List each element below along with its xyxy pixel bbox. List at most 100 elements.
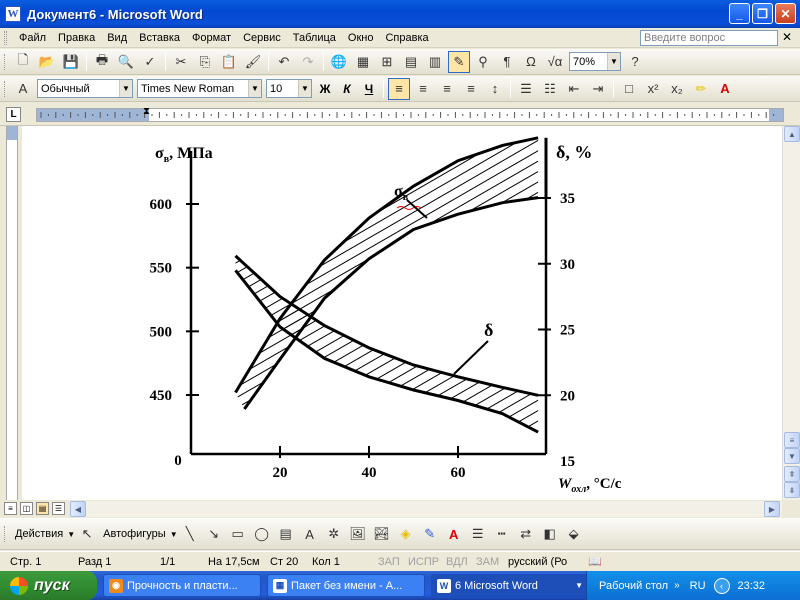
toolbar-grip[interactable]: [4, 80, 7, 97]
taskbar-item-package[interactable]: ▦ Пакет без имени - А...: [267, 574, 425, 597]
zoom-combo[interactable]: 70% ▼: [569, 52, 621, 71]
style-combo[interactable]: Обычный ▼: [37, 79, 133, 98]
undo-icon[interactable]: ↶: [273, 51, 295, 73]
decrease-indent-icon[interactable]: ⇤: [563, 78, 585, 100]
font-combo[interactable]: Times New Roman ▼: [137, 79, 262, 98]
tab-selector-icon[interactable]: L: [6, 107, 21, 122]
italic-button[interactable]: К: [336, 82, 358, 96]
previous-page-icon[interactable]: ⇞: [784, 466, 800, 482]
bold-button[interactable]: Ж: [314, 82, 336, 96]
font-color-draw-icon[interactable]: A: [443, 523, 465, 545]
desktop-toolbar-label[interactable]: Рабочий стол: [599, 580, 668, 592]
insert-picture-icon[interactable]: 🏞: [371, 523, 393, 545]
indent-marker-icon[interactable]: ⧗: [143, 106, 150, 117]
toolbar-grip[interactable]: [4, 53, 7, 70]
shadow-icon[interactable]: ◧: [539, 523, 561, 545]
hyperlink-icon[interactable]: 🌐: [328, 51, 350, 73]
status-extend[interactable]: ВДЛ: [446, 556, 468, 568]
copy-icon[interactable]: ⎘: [194, 51, 216, 73]
numbering-icon[interactable]: ☰: [515, 78, 537, 100]
arrow-style-icon[interactable]: ⇄: [515, 523, 537, 545]
clip-art-icon[interactable]: 🖼: [347, 523, 369, 545]
chevron-down-icon[interactable]: ▼: [607, 53, 620, 70]
diagram-icon[interactable]: ✲: [323, 523, 345, 545]
format-painter-icon[interactable]: 🖌: [242, 51, 264, 73]
menu-table[interactable]: Таблица: [287, 32, 342, 44]
menu-format[interactable]: Формат: [186, 32, 237, 44]
spelling-icon[interactable]: ✓: [139, 51, 161, 73]
new-document-icon[interactable]: 🗋: [12, 51, 34, 73]
increase-indent-icon[interactable]: ⇥: [587, 78, 609, 100]
font-size-combo[interactable]: 10 ▼: [266, 79, 312, 98]
oval-icon[interactable]: ◯: [251, 523, 273, 545]
help-icon[interactable]: ?: [624, 51, 646, 73]
scroll-up-icon[interactable]: ▲: [784, 126, 800, 142]
autoshapes-menu[interactable]: Автофигуры: [99, 528, 170, 540]
word-app-icon[interactable]: W: [5, 6, 21, 22]
print-preview-icon[interactable]: 🔍: [115, 51, 137, 73]
line-style-icon[interactable]: ☰: [467, 523, 489, 545]
wordart-icon[interactable]: A: [299, 523, 321, 545]
horizontal-scrollbar[interactable]: ◀ ▶: [70, 501, 782, 517]
chevron-down-icon[interactable]: ▼: [119, 80, 132, 97]
next-page-icon[interactable]: ⇟: [784, 482, 800, 498]
status-record-macro[interactable]: ЗАП: [378, 556, 400, 568]
taskbar-item-firefox[interactable]: ◉ Прочность и пласти...: [103, 574, 261, 597]
open-folder-icon[interactable]: 📂: [36, 51, 58, 73]
highlight-icon[interactable]: ✏: [690, 78, 712, 100]
superscript-icon[interactable]: x²: [642, 78, 664, 100]
toolbar-grip[interactable]: [4, 526, 7, 542]
print-icon[interactable]: 🖶: [91, 51, 113, 73]
menu-edit[interactable]: Правка: [52, 32, 101, 44]
insert-excel-icon[interactable]: ▤: [400, 51, 422, 73]
underline-button[interactable]: Ч: [358, 82, 380, 96]
align-right-icon[interactable]: ≡: [436, 78, 458, 100]
dash-style-icon[interactable]: ┅: [491, 523, 513, 545]
document-page[interactable]: 450 500 550 600 15 20 25 30 35 20 40 60 0 σв, МПа δ, %…: [22, 126, 782, 500]
restore-button[interactable]: ❐: [752, 3, 773, 24]
styles-icon[interactable]: A: [12, 78, 34, 100]
chevron-down-icon[interactable]: ▼: [298, 80, 311, 97]
minimize-button[interactable]: _: [729, 3, 750, 24]
help-question-input[interactable]: Введите вопрос: [640, 30, 778, 46]
toolbar-grip[interactable]: [4, 30, 7, 45]
scroll-right-icon[interactable]: ▶: [764, 501, 780, 517]
scroll-down-icon[interactable]: ▼: [784, 448, 800, 464]
menu-file[interactable]: Файл: [13, 32, 52, 44]
fill-color-icon[interactable]: ◈: [395, 523, 417, 545]
chevron-down-icon[interactable]: ▼: [248, 80, 261, 97]
borders-icon[interactable]: □: [618, 78, 640, 100]
menu-help[interactable]: Справка: [379, 32, 434, 44]
menu-window[interactable]: Окно: [342, 32, 380, 44]
3d-style-icon[interactable]: ⬙: [563, 523, 585, 545]
document-map-icon[interactable]: ⚲: [472, 51, 494, 73]
align-center-icon[interactable]: ≡: [412, 78, 434, 100]
insert-table-icon[interactable]: ⊞: [376, 51, 398, 73]
arrow-icon[interactable]: ↘: [203, 523, 225, 545]
normal-view-icon[interactable]: ≡: [4, 502, 17, 515]
actions-menu[interactable]: Действия: [11, 528, 67, 540]
vertical-scrollbar[interactable]: ▲ ≡ ▼ ⇞ ⇟: [782, 126, 800, 500]
language-indicator[interactable]: RU: [690, 580, 706, 592]
align-left-icon[interactable]: ≡: [388, 77, 410, 100]
menu-insert[interactable]: Вставка: [133, 32, 186, 44]
equation-icon[interactable]: √α: [544, 51, 566, 73]
show-hide-icon[interactable]: ¶: [496, 51, 518, 73]
font-color-icon[interactable]: A: [714, 78, 736, 100]
status-overtype[interactable]: ЗАМ: [476, 556, 499, 568]
line-color-icon[interactable]: ✎: [419, 523, 441, 545]
rectangle-icon[interactable]: ▭: [227, 523, 249, 545]
menu-tools[interactable]: Сервис: [237, 32, 287, 44]
start-button[interactable]: пуск: [0, 571, 97, 600]
text-box-icon[interactable]: ▤: [275, 523, 297, 545]
drawing-icon[interactable]: ✎: [448, 50, 470, 73]
subscript-icon[interactable]: x₂: [666, 78, 688, 100]
scroll-left-icon[interactable]: ◀: [70, 501, 86, 517]
outline-view-icon[interactable]: ☰: [52, 502, 65, 515]
vertical-ruler[interactable]: [0, 126, 22, 500]
justify-icon[interactable]: ≡: [460, 78, 482, 100]
paste-icon[interactable]: 📋: [218, 51, 240, 73]
document-close-icon[interactable]: ✕: [782, 30, 792, 44]
redo-icon[interactable]: ↷: [297, 51, 319, 73]
line-icon[interactable]: ╲: [179, 523, 201, 545]
